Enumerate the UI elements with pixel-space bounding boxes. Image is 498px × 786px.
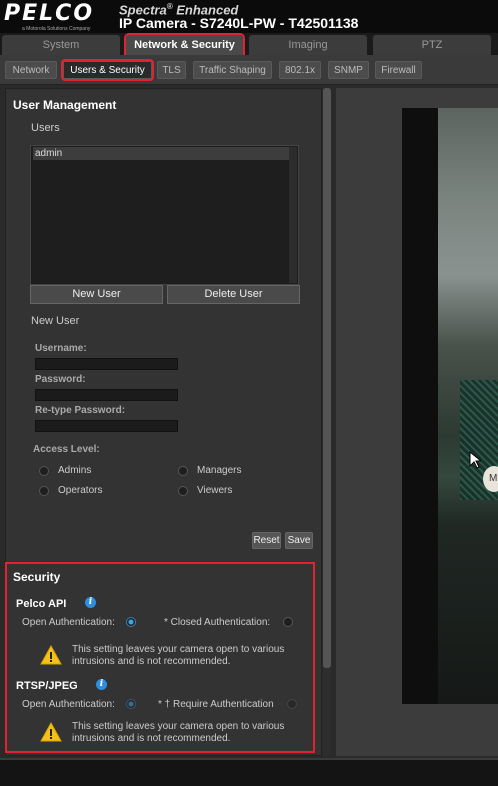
security-title: Security bbox=[13, 570, 61, 584]
username-label: Username: bbox=[35, 343, 87, 354]
retype-password-field[interactable] bbox=[35, 420, 178, 432]
tab-system[interactable]: System bbox=[2, 35, 120, 55]
access-viewers-label: Viewers bbox=[197, 485, 233, 496]
sub-tab-bar: Network Users & Security TLS Traffic Sha… bbox=[0, 55, 498, 85]
rtsp-open-auth-radio[interactable] bbox=[126, 699, 136, 709]
save-button[interactable]: Save bbox=[285, 532, 313, 549]
main-tab-bar: System Network & Security Imaging PTZ bbox=[0, 33, 498, 57]
rtsp-jpeg-label: RTSP/JPEG bbox=[16, 680, 78, 692]
pelco-open-auth-label: Open Authentication: bbox=[22, 617, 115, 628]
reset-button[interactable]: Reset bbox=[252, 532, 281, 549]
tab-network-security[interactable]: Network & Security bbox=[124, 33, 245, 57]
warning-icon bbox=[40, 645, 62, 665]
brand-registered-mark: ® bbox=[166, 2, 173, 11]
rtsp-require-auth-radio[interactable] bbox=[287, 699, 297, 709]
users-list-scrollbar[interactable] bbox=[289, 147, 297, 283]
new-user-button[interactable]: New User bbox=[30, 285, 163, 304]
access-admins-radio[interactable] bbox=[39, 466, 49, 476]
pelco-closed-auth-label: * Closed Authentication: bbox=[164, 617, 271, 628]
list-item[interactable]: admin bbox=[33, 147, 289, 160]
mouse-cursor-icon bbox=[469, 451, 481, 469]
pelco-closed-auth-radio[interactable] bbox=[283, 617, 293, 627]
info-icon[interactable]: i bbox=[96, 679, 107, 690]
retype-password-label: Re-type Password: bbox=[35, 405, 126, 416]
access-viewers-radio[interactable] bbox=[178, 486, 188, 496]
users-list[interactable]: admin bbox=[30, 145, 299, 285]
subtab-users-security[interactable]: Users & Security bbox=[61, 59, 154, 81]
access-admins-label: Admins bbox=[58, 465, 92, 476]
subtab-firewall[interactable]: Firewall bbox=[375, 61, 422, 79]
pelco-api-label: Pelco API bbox=[16, 598, 67, 610]
subtab-8021x[interactable]: 802.1x bbox=[279, 61, 321, 79]
warning-icon bbox=[40, 722, 62, 742]
subtab-traffic-shaping[interactable]: Traffic Shaping bbox=[193, 61, 272, 79]
panel-scroll-thumb[interactable] bbox=[323, 88, 331, 668]
delete-user-button[interactable]: Delete User bbox=[167, 285, 300, 304]
subtab-network[interactable]: Network bbox=[5, 61, 57, 79]
logo-subtitle: a Motorola Solutions Company bbox=[22, 26, 91, 32]
password-field[interactable] bbox=[35, 389, 178, 401]
rtsp-open-auth-label: Open Authentication: bbox=[22, 699, 115, 710]
subtab-tls[interactable]: TLS bbox=[157, 61, 186, 79]
user-management-title: User Management bbox=[13, 98, 117, 112]
access-level-label: Access Level: bbox=[33, 444, 100, 455]
tab-imaging[interactable]: Imaging bbox=[249, 35, 367, 55]
users-label: Users bbox=[31, 122, 60, 134]
pelco-warning-text: This setting leaves your camera open to … bbox=[72, 644, 285, 667]
subtab-snmp[interactable]: SNMP bbox=[328, 61, 369, 79]
new-user-title: New User bbox=[31, 315, 80, 327]
info-icon[interactable]: i bbox=[85, 597, 96, 608]
access-managers-label: Managers bbox=[197, 465, 242, 476]
app-header: PELCO a Motorola Solutions Company Spect… bbox=[0, 0, 498, 33]
overlay-bubble[interactable]: M bbox=[483, 466, 498, 492]
username-field[interactable] bbox=[35, 358, 178, 370]
tab-ptz[interactable]: PTZ bbox=[373, 35, 491, 55]
rtsp-require-auth-label: * † Require Authentication bbox=[158, 699, 274, 710]
access-operators-radio[interactable] bbox=[39, 486, 49, 496]
page-title: IP Camera - S7240L-PW - T42501138 bbox=[119, 15, 359, 31]
pelco-logo: PELCO bbox=[4, 1, 95, 26]
rtsp-warning-text: This setting leaves your camera open to … bbox=[72, 721, 285, 744]
footer-bar bbox=[0, 758, 498, 786]
password-label: Password: bbox=[35, 374, 86, 385]
access-operators-label: Operators bbox=[58, 485, 103, 496]
pelco-open-auth-radio[interactable] bbox=[126, 617, 136, 627]
access-managers-radio[interactable] bbox=[178, 466, 188, 476]
